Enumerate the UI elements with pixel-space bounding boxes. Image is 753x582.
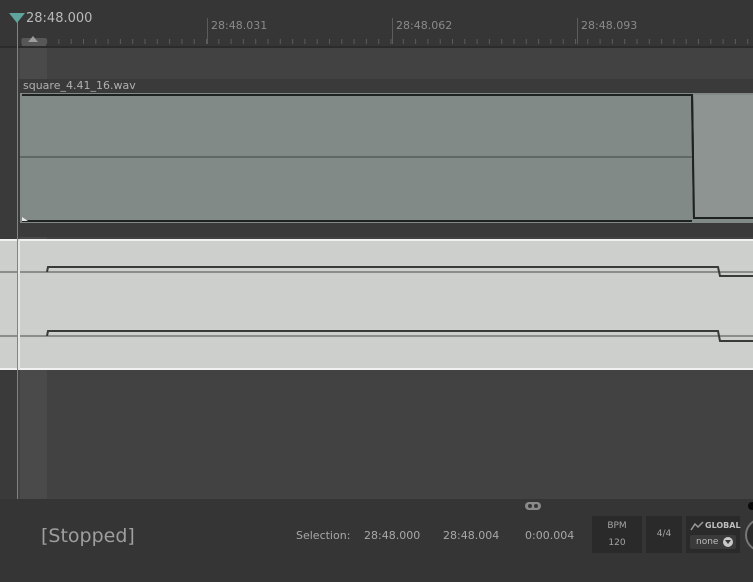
ruler-tick-label: 28:48.031 bbox=[211, 19, 268, 32]
selection-start[interactable]: 28:48.000 bbox=[364, 529, 420, 542]
ruler-tick-label: 28:48.093 bbox=[581, 19, 638, 32]
timeline-ruler[interactable]: 28:48.031 28:48.062 28:48.093 bbox=[0, 0, 753, 48]
global-label: GLOBAL bbox=[705, 521, 741, 530]
loop-marker-handle-icon[interactable] bbox=[28, 36, 38, 42]
playhead-line[interactable] bbox=[17, 22, 18, 499]
meter-display[interactable]: 4/4 bbox=[646, 516, 682, 553]
global-select[interactable]: none bbox=[690, 535, 736, 549]
stereo-track[interactable] bbox=[0, 239, 753, 370]
playhead-time-label: 28:48.000 bbox=[26, 11, 93, 26]
track-divider bbox=[0, 227, 753, 237]
ruler-tick-label: 28:48.062 bbox=[396, 19, 453, 32]
bpm-label: BPM bbox=[607, 521, 627, 531]
playhead-handle-icon[interactable] bbox=[9, 13, 25, 23]
chevron-down-icon[interactable] bbox=[723, 537, 733, 547]
waveform-edges bbox=[22, 94, 753, 219]
audio-clip[interactable] bbox=[20, 93, 753, 223]
tempo-display[interactable]: BPM 120 bbox=[592, 516, 642, 553]
stereo-waveform bbox=[0, 239, 753, 370]
track-start-edge bbox=[18, 239, 20, 370]
global-select-value: none bbox=[696, 537, 719, 547]
selection-length[interactable]: 0:00.004 bbox=[525, 529, 574, 542]
ruler-major-tick bbox=[207, 18, 208, 44]
transport-status: [Stopped] bbox=[41, 525, 135, 547]
selection-end[interactable]: 28:48.004 bbox=[443, 529, 499, 542]
ruler-major-tick bbox=[577, 18, 578, 44]
bpm-value: 120 bbox=[608, 538, 626, 548]
resize-grip-icon[interactable] bbox=[525, 502, 541, 510]
automation-icon bbox=[690, 521, 704, 531]
ruler-major-tick bbox=[392, 18, 393, 44]
clip-name: square_4.41_16.wav bbox=[23, 79, 136, 92]
meter-value: 4/4 bbox=[656, 529, 672, 539]
selection-label: Selection: bbox=[296, 529, 351, 542]
status-dot-icon bbox=[748, 502, 753, 510]
ruler-ticks bbox=[21, 39, 749, 44]
global-automation-control[interactable]: GLOBAL none bbox=[686, 516, 741, 553]
